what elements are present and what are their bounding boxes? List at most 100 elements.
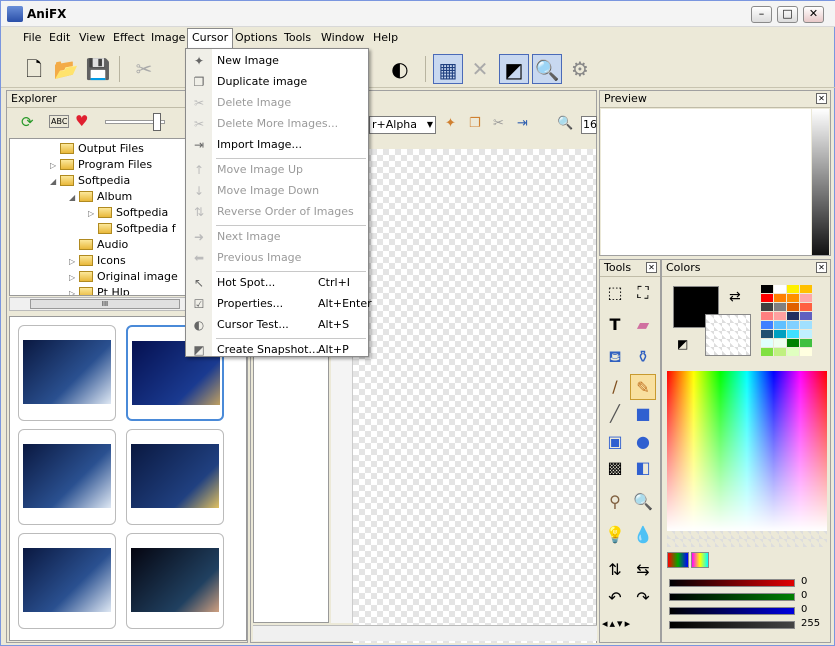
reset-colors-icon[interactable]: ◩ [677,337,688,351]
swap-colors-icon[interactable]: ⇄ [729,289,741,305]
thumbnail[interactable] [18,533,116,629]
menu-help[interactable]: Help [369,28,402,49]
menu-item-new-image[interactable]: ✦ New Image [186,51,368,71]
palette-swatch[interactable] [761,303,773,311]
tree-node[interactable]: Audio [69,237,128,253]
palette-swatch[interactable] [774,312,786,320]
palette-swatch[interactable] [800,339,812,347]
menu-cursor[interactable]: Cursor [187,28,234,49]
menu-item-properties[interactable]: ☑ Properties... Alt+Enter [186,294,372,314]
palette-swatch[interactable] [800,285,812,293]
slider-handle[interactable] [153,113,161,131]
thumbnail-list[interactable] [9,316,247,641]
palette-swatch[interactable] [761,339,773,347]
thumbnail[interactable] [126,533,224,629]
cut-icon[interactable]: ✂ [129,54,159,84]
lightbulb-icon[interactable]: 💡 [602,522,628,548]
minimize-button[interactable]: – [751,6,772,23]
eyedropper-icon[interactable]: ⚲ [602,489,628,515]
palette-swatch[interactable] [800,294,812,302]
spray-icon[interactable]: ⚱ [630,344,656,370]
scroll-thumb[interactable]: III [30,299,180,309]
palette-swatch[interactable] [800,330,812,338]
palette-swatch[interactable] [761,285,773,293]
expander-icon[interactable]: ◢ [50,174,60,190]
copy-frame-icon[interactable]: ❐ [469,116,481,131]
palette-swatch[interactable] [787,303,799,311]
fill-bucket-icon[interactable]: ⛾ [602,344,628,370]
rgb-mode-icon[interactable] [667,552,689,568]
palette-swatch[interactable] [774,339,786,347]
favorite-heart-icon[interactable]: ♥ [75,112,88,130]
palette-swatch[interactable] [787,321,799,329]
import-frame-icon[interactable]: ⇥ [517,116,528,131]
flip-vertical-icon[interactable]: ⇅ [602,557,628,583]
menu-item-delete-more-images[interactable]: ✂ Delete More Images... [186,114,368,134]
menu-file[interactable]: File [19,28,45,49]
tree-node[interactable]: ◢ Album [69,189,132,205]
zoom-field[interactable]: 16 [581,116,597,134]
palette-swatch[interactable] [787,312,799,320]
menu-item-next-image[interactable]: ➜ Next Image [186,227,368,247]
snapshot-view-icon[interactable]: ◩ [499,54,529,84]
drop-icon[interactable]: 💧 [630,522,656,548]
tree-node[interactable]: ▷ Program Files [50,157,152,173]
palette-swatch[interactable] [774,330,786,338]
palette-swatch[interactable] [761,330,773,338]
select-rect-icon[interactable]: ⬚ [602,280,628,306]
menu-image[interactable]: Image [147,28,189,49]
close-icon[interactable]: ✕ [646,262,657,273]
close-button[interactable]: ✕ [803,6,824,23]
brush-icon[interactable]: / [602,374,628,400]
new-file-icon[interactable]: 🗋 [19,54,49,84]
palette-swatch[interactable] [761,312,773,320]
checker-view-icon[interactable]: ▦ [433,54,463,84]
expander-icon[interactable]: ▷ [69,286,79,295]
palette-swatch[interactable] [787,348,799,356]
palette-swatch[interactable] [787,294,799,302]
palette-swatch[interactable] [761,321,773,329]
close-icon[interactable]: ✕ [816,93,827,104]
menu-item-reverse-order[interactable]: ⇅ Reverse Order of Images [186,202,368,222]
menu-options[interactable]: Options [231,28,281,49]
palette-swatch[interactable] [787,330,799,338]
menu-item-hot-spot[interactable]: ↖ Hot Spot... Ctrl+I [186,273,368,293]
title-bar[interactable]: AniFX – □ ✕ [1,1,835,27]
expander-icon[interactable]: ▷ [50,158,60,174]
flip-horizontal-icon[interactable]: ⇆ [630,557,656,583]
palette-swatch[interactable] [800,348,812,356]
menu-item-snapshot[interactable]: ◩ Create Snapshot... Alt+P [186,340,368,360]
expander-icon[interactable]: ◢ [69,190,79,206]
eraser-icon[interactable]: ▰ [630,312,656,338]
tree-node[interactable]: ▷ Softpedia [88,205,168,221]
thumbnail[interactable] [18,429,116,525]
settings-icon[interactable]: ⚙ [565,54,595,84]
red-slider[interactable] [669,579,795,587]
crop-icon[interactable]: ⛶ [630,280,656,306]
text-tool-icon[interactable]: T [602,312,628,338]
checker-icon[interactable]: ▩ [602,455,628,481]
tree-node[interactable]: ▷ Icons [69,253,126,269]
palette-swatch[interactable] [774,294,786,302]
tree-node[interactable]: Output Files [50,141,144,157]
cursor-test-icon[interactable]: ◐ [385,54,415,84]
menu-effect[interactable]: Effect [109,28,149,49]
save-icon[interactable]: 💾 [83,54,113,84]
alpha-slider[interactable] [669,621,795,629]
abc-icon[interactable]: ABC [49,115,70,128]
palette-swatch[interactable] [761,348,773,356]
menu-item-cursor-test[interactable]: ◐ Cursor Test... Alt+S [186,315,368,335]
gradient-icon[interactable]: ◧ [630,455,656,481]
palette-swatch[interactable] [774,321,786,329]
menu-item-move-down[interactable]: ↓ Move Image Down [186,181,368,201]
menu-item-previous-image[interactable]: ⬅ Previous Image [186,248,368,268]
palette-swatch[interactable] [774,285,786,293]
color-spectrum[interactable] [667,371,827,531]
zoom-tool-icon[interactable]: 🔍 [630,489,656,515]
palette-swatch[interactable] [774,303,786,311]
expander-icon[interactable]: ▷ [88,206,98,222]
line-icon[interactable]: ╱ [602,401,628,427]
expander-icon[interactable]: ▷ [69,254,79,270]
disabled-tool-icon[interactable]: ✕ [465,54,495,84]
shift-arrows-icon[interactable]: ◂▴▾▸ [602,617,632,630]
